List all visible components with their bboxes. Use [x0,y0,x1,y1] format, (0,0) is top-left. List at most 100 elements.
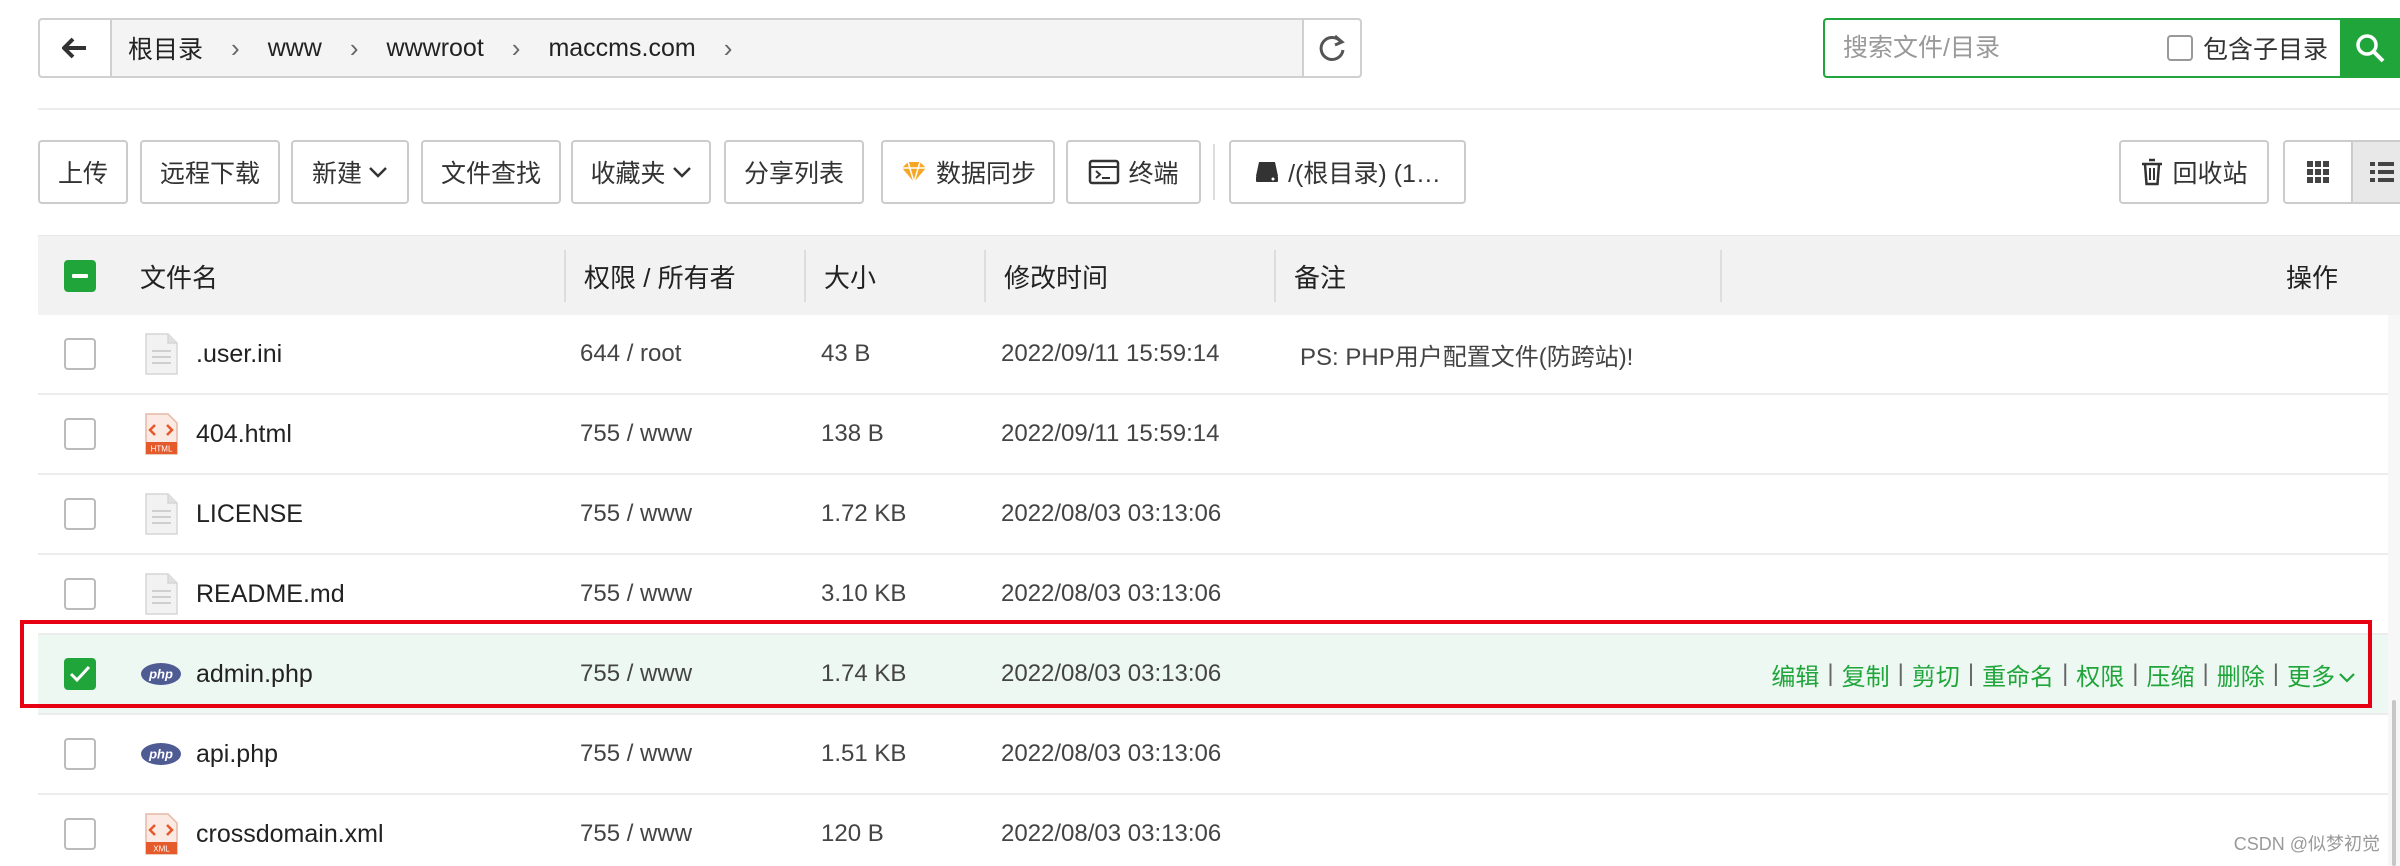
arrow-left-icon [62,37,86,59]
table-row[interactable]: XML crossdomain.xml 755 / www 120 B 2022… [38,795,2400,866]
file-name[interactable]: api.php [196,715,278,793]
table-row[interactable]: README.md 755 / www 3.10 KB 2022/08/03 0… [38,555,2400,635]
remote-download-button[interactable]: 远程下载 [140,140,280,204]
diamond-icon [900,160,928,184]
table-row-selected[interactable]: php admin.php 755 / www 1.74 KB 2022/08/… [38,635,2400,715]
refresh-button[interactable] [1302,20,1360,76]
file-search-button[interactable]: 文件查找 [421,140,561,204]
list-view-icon [2370,162,2394,182]
favorites-dropdown-button[interactable]: 收藏夹 [571,140,711,204]
breadcrumb: 根目录 › www › wwwroot › maccms.com › [112,20,1302,76]
file-note[interactable]: PS: PHP用户配置文件(防跨站)! [1300,315,1633,393]
recycle-bin-button[interactable]: 回收站 [2119,140,2269,204]
row-checkbox[interactable] [64,578,96,610]
rename-link[interactable]: 重命名 [1982,657,2054,692]
row-checkbox[interactable] [64,738,96,770]
column-header-size[interactable]: 大小 [824,236,876,316]
chevron-down-icon [672,165,692,179]
refresh-icon [1319,34,1345,61]
hard-drive-icon [1254,160,1280,184]
include-subdir-label: 包含子目录 [2202,36,2328,64]
file-mtime: 2022/08/03 03:13:06 [1001,740,1222,767]
edit-link[interactable]: 编辑 [1771,657,1819,692]
text-file-icon [144,493,178,535]
chevron-right-icon: › [231,32,240,63]
search-input[interactable] [1825,20,2167,76]
file-name[interactable]: .user.ini [196,315,282,393]
file-perm[interactable]: 755 / www [580,475,692,553]
scrollbar-thumb[interactable] [2392,700,2396,866]
file-mtime: 2022/09/11 15:59:14 [1001,340,1220,367]
copy-link[interactable]: 复制 [1842,657,1890,692]
file-mtime: 2022/08/03 03:13:06 [1001,660,1222,687]
compress-link[interactable]: 压缩 [2147,657,2195,692]
breadcrumb-item-www[interactable]: www [268,34,322,63]
row-checkbox[interactable] [64,338,96,370]
chevron-right-icon: › [349,32,359,63]
file-perm[interactable]: 644 / root [580,315,681,393]
file-mtime: 2022/08/03 03:13:06 [1001,820,1222,847]
breadcrumb-item-root[interactable]: 根目录 [128,30,203,66]
table-row[interactable]: LICENSE 755 / www 1.72 KB 2022/08/03 03:… [38,475,2400,555]
search-button[interactable] [2340,18,2400,78]
file-size: 120 B [821,820,884,847]
share-list-button[interactable]: 分享列表 [724,140,864,204]
file-name[interactable]: 404.html [196,395,292,473]
php-file-icon: php [140,661,182,687]
html-file-icon: HTML [144,413,178,455]
text-file-icon [144,573,178,615]
column-divider [984,250,986,302]
file-size: 138 B [821,420,884,447]
file-size: 1.51 KB [821,740,907,767]
file-name[interactable]: README.md [196,555,345,633]
file-perm[interactable]: 755 / www [580,555,692,633]
file-perm[interactable]: 755 / www [580,635,692,713]
svg-text:HTML: HTML [151,445,173,454]
column-header-mtime[interactable]: 修改时间 [1004,236,1108,316]
upload-button[interactable]: 上传 [38,140,128,204]
column-divider [1720,250,1722,302]
data-sync-button[interactable]: 数据同步 [881,140,1055,204]
watermark: CSDN @似梦初觉 [2233,834,2380,854]
breadcrumb-item-maccms[interactable]: maccms.com [548,34,695,63]
file-size: 3.10 KB [821,580,907,607]
breadcrumb-item-wwwroot[interactable]: wwwroot [387,34,484,63]
row-checkbox[interactable] [64,418,96,450]
checkmark-icon [69,665,91,683]
file-perm[interactable]: 755 / www [580,395,692,473]
file-perm[interactable]: 755 / www [580,795,692,866]
file-name[interactable]: crossdomain.xml [196,795,384,866]
row-checkbox[interactable] [64,818,96,850]
column-header-perm[interactable]: 权限 / 所有者 [584,236,736,316]
row-checkbox[interactable] [64,498,96,530]
column-header-note: 备注 [1294,262,1347,293]
grid-view-icon [2307,161,2329,183]
row-checkbox[interactable] [64,658,96,690]
file-name[interactable]: admin.php [196,635,313,713]
file-name[interactable]: LICENSE [196,475,303,553]
chevron-down-icon [368,165,388,179]
svg-text:XML: XML [153,845,170,854]
disk-select-button[interactable]: /(根目录) (1… [1229,140,1466,204]
permission-link[interactable]: 权限 [2076,657,2124,692]
terminal-button[interactable]: 终端 [1066,140,1201,204]
cut-link[interactable]: 剪切 [1912,657,1960,692]
more-link[interactable]: 更多 [2287,657,2335,692]
table-row[interactable]: php api.php 755 / www 1.51 KB 2022/08/03… [38,715,2400,795]
trash-icon [2140,158,2164,186]
select-all-checkbox[interactable] [64,260,96,292]
grid-view-button[interactable] [2283,140,2353,204]
column-header-name[interactable]: 文件名 [140,236,218,316]
new-dropdown-button[interactable]: 新建 [291,140,409,204]
chevron-right-icon: › [723,32,733,63]
file-perm[interactable]: 755 / www [580,715,692,793]
back-button[interactable] [40,20,112,76]
list-view-button[interactable] [2351,140,2400,204]
include-subdir-checkbox[interactable] [2166,35,2193,61]
table-row[interactable]: .user.ini 644 / root 43 B 2022/09/11 15:… [38,315,2400,395]
chevron-right-icon: › [511,32,521,63]
search-box: 包含子目录 [1823,18,2400,78]
include-subdir-option[interactable]: 包含子目录 [2166,30,2328,66]
table-row[interactable]: HTML 404.html 755 / www 138 B 2022/09/11… [38,395,2400,475]
delete-link[interactable]: 删除 [2217,657,2265,692]
